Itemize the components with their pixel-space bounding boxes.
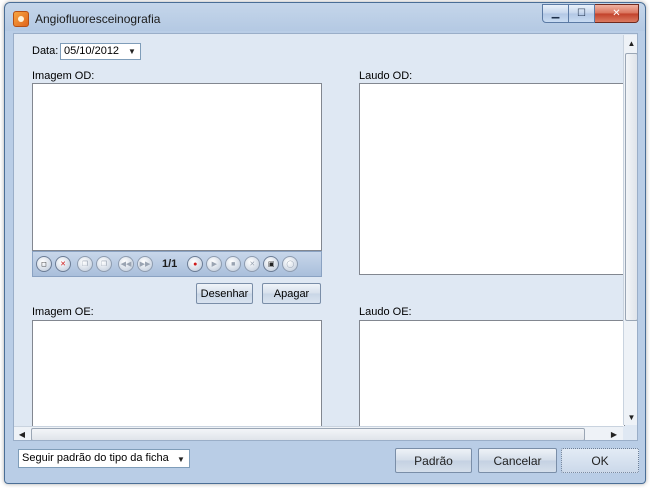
date-label: Data: bbox=[32, 45, 59, 57]
image-od-toolbar: ◻ ✕ ❐ ❐ ◀◀ ▶▶ 1/1 ● ▶ ■ ✕ ▣ ◯ bbox=[32, 251, 322, 277]
new-image-icon[interactable]: ◻ bbox=[36, 256, 52, 272]
app-icon bbox=[13, 11, 29, 27]
camera-icon[interactable]: ▣ bbox=[263, 256, 280, 272]
vertical-scrollbar[interactable]: ▲ ▼ bbox=[623, 35, 637, 425]
play-icon[interactable]: ▶ bbox=[206, 256, 223, 272]
scroll-left-icon[interactable]: ◀ bbox=[14, 427, 30, 440]
laudo-od-label: Laudo OD: bbox=[359, 70, 413, 82]
scroll-right-icon[interactable]: ▶ bbox=[606, 427, 622, 440]
paste-icon[interactable]: ❐ bbox=[96, 256, 112, 272]
ok-button[interactable]: OK bbox=[561, 448, 639, 473]
page-count: 1/1 bbox=[162, 258, 178, 270]
laudo-od-textarea[interactable] bbox=[359, 83, 625, 275]
title-bar[interactable]: Angiofluoresceinografia ▁ ☐ ✕ bbox=[5, 3, 645, 33]
dialog-window: Angiofluoresceinografia ▁ ☐ ✕ Data: 05/1… bbox=[4, 2, 646, 484]
copy-icon[interactable]: ❐ bbox=[77, 256, 93, 272]
stop-icon[interactable]: ■ bbox=[225, 256, 242, 272]
erase-button[interactable]: Apagar bbox=[262, 283, 321, 304]
horizontal-scroll-thumb[interactable] bbox=[31, 428, 585, 440]
image-od-canvas[interactable] bbox=[32, 83, 322, 251]
vertical-scroll-thumb[interactable] bbox=[625, 53, 637, 321]
laudo-oe-label: Laudo OE: bbox=[359, 306, 412, 318]
image-od-label: Imagem OD: bbox=[32, 70, 95, 82]
maximize-button[interactable]: ☐ bbox=[569, 4, 595, 23]
clear-icon[interactable]: ✕ bbox=[244, 256, 261, 272]
scroll-corner bbox=[623, 426, 637, 440]
chevron-down-icon[interactable]: ▼ bbox=[125, 45, 139, 58]
minimize-button[interactable]: ▁ bbox=[542, 4, 569, 23]
cancel-button[interactable]: Cancelar bbox=[478, 448, 557, 473]
delete-image-icon[interactable]: ✕ bbox=[55, 256, 71, 272]
form-content: Data: 05/10/2012 ▼ Imagem OD: ◻ ✕ ❐ ❐ ◀◀… bbox=[13, 33, 638, 441]
laudo-oe-textarea[interactable] bbox=[359, 320, 625, 440]
horizontal-scrollbar[interactable]: ◀ ▶ bbox=[14, 426, 623, 440]
ellipse-icon[interactable]: ◯ bbox=[282, 256, 299, 272]
date-value: 05/10/2012 bbox=[64, 45, 120, 57]
image-oe-label: Imagem OE: bbox=[32, 306, 94, 318]
chevron-down-icon[interactable]: ▼ bbox=[174, 452, 188, 466]
forward-icon[interactable]: ▶▶ bbox=[137, 256, 153, 272]
image-oe-canvas[interactable] bbox=[32, 320, 322, 440]
rewind-icon[interactable]: ◀◀ bbox=[118, 256, 134, 272]
scroll-down-icon[interactable]: ▼ bbox=[624, 409, 637, 425]
draw-button[interactable]: Desenhar bbox=[196, 283, 253, 304]
footer-bar: Seguir padrão do tipo da ficha ▼ Padrão … bbox=[13, 444, 639, 476]
scroll-up-icon[interactable]: ▲ bbox=[624, 35, 637, 51]
close-button[interactable]: ✕ bbox=[595, 4, 639, 23]
window-title: Angiofluoresceinografia bbox=[35, 12, 161, 26]
mode-select-value: Seguir padrão do tipo da ficha bbox=[22, 452, 169, 464]
record-icon[interactable]: ● bbox=[187, 256, 204, 272]
date-picker[interactable]: 05/10/2012 ▼ bbox=[60, 43, 141, 60]
caption-buttons: ▁ ☐ ✕ bbox=[542, 4, 639, 24]
default-button[interactable]: Padrão bbox=[395, 448, 472, 473]
mode-select[interactable]: Seguir padrão do tipo da ficha ▼ bbox=[18, 449, 190, 468]
